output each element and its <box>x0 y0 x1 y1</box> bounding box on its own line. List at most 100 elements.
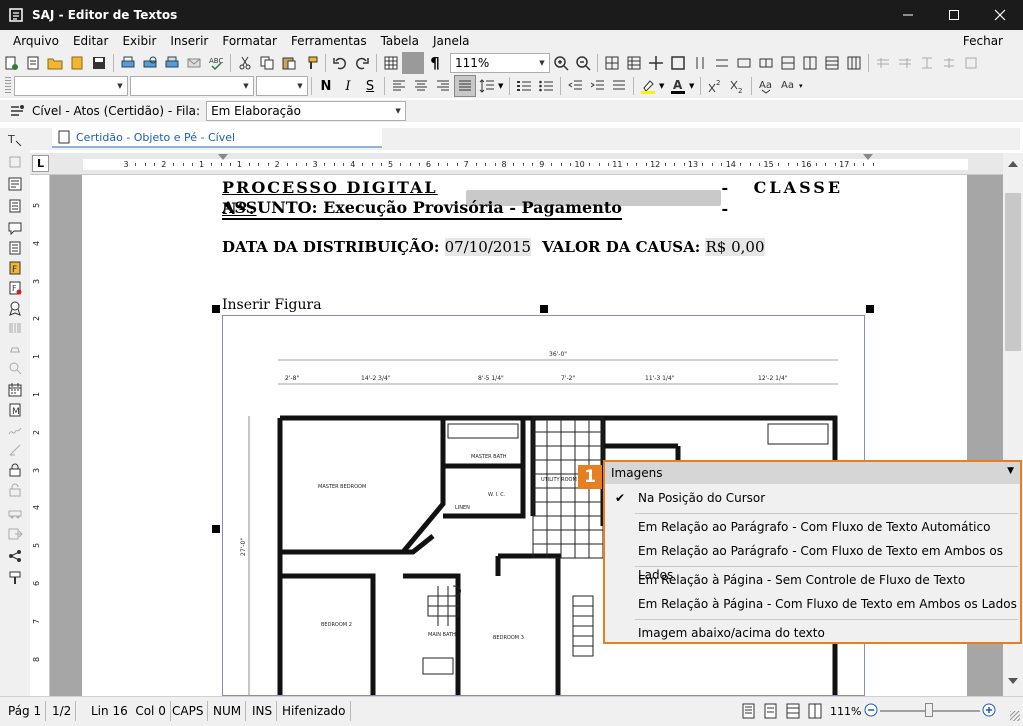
font-color-icon[interactable]: A <box>667 75 689 97</box>
save-icon[interactable] <box>88 52 110 74</box>
comment-icon[interactable] <box>4 218 26 238</box>
redo-icon[interactable] <box>351 52 373 74</box>
chevron-down-icon[interactable]: ▼ <box>498 82 506 90</box>
assunto-line[interactable]: ASSUNTO: Execução Provisória - Pagamento <box>222 197 622 220</box>
new-template-icon[interactable] <box>22 52 44 74</box>
document-list-icon[interactable] <box>4 196 26 216</box>
horizontal-ruler[interactable]: L 3 2 1 1 2 3 4 5 6 7 8 9 10 11 12 13 14 15 16 17 <box>30 153 1003 175</box>
table-delete-icon[interactable] <box>821 52 843 74</box>
paint-brush-icon[interactable] <box>4 568 26 588</box>
zoom-out-icon[interactable] <box>572 52 594 74</box>
bullet-list-icon[interactable] <box>535 75 557 97</box>
menu-janela[interactable]: Janela <box>426 30 477 52</box>
table-split-icon[interactable] <box>755 52 777 74</box>
table-select-icon[interactable] <box>777 52 799 74</box>
increase-indent-icon[interactable] <box>586 75 608 97</box>
subscript-icon[interactable]: 2 <box>726 75 748 97</box>
font-size-combo[interactable]: ▼ <box>256 76 308 96</box>
open-folder-icon[interactable] <box>44 52 66 74</box>
chevron-down-icon[interactable]: ▼ <box>689 82 697 90</box>
chevron-down-icon[interactable]: ▼ <box>113 77 127 95</box>
resize-handle-tm[interactable] <box>540 305 548 313</box>
italic-icon[interactable]: I <box>337 75 359 97</box>
menu-item-behind-front-text[interactable]: Imagem abaixo/acima do texto <box>605 621 1020 645</box>
table-cross-icon[interactable] <box>645 52 667 74</box>
resize-handle-tr[interactable] <box>866 305 874 313</box>
zoom-slider-thumb[interactable] <box>925 703 933 717</box>
chevron-down-icon[interactable]: ▼ <box>659 82 667 90</box>
maximize-button[interactable] <box>931 0 977 30</box>
align-left-icon[interactable] <box>388 75 410 97</box>
lock-icon[interactable] <box>4 460 26 480</box>
menu-exibir[interactable]: Exibir <box>115 30 163 52</box>
notes-icon[interactable] <box>4 238 26 258</box>
view-web-icon[interactable] <box>786 703 800 722</box>
open-recent-icon[interactable] <box>66 52 88 74</box>
table-insert-icon[interactable] <box>623 52 645 74</box>
table-props-icon[interactable] <box>799 52 821 74</box>
toolbar-grip[interactable] <box>5 77 11 95</box>
scroll-up-arrow-icon[interactable] <box>1008 161 1018 167</box>
spellcheck-icon[interactable]: ABC <box>205 52 227 74</box>
insert-table-icon[interactable] <box>380 52 402 74</box>
text-insert-icon[interactable]: T <box>4 130 26 150</box>
view-two-pages-icon[interactable] <box>764 703 778 722</box>
resize-handle-ml[interactable] <box>212 525 220 533</box>
left-indent-marker[interactable] <box>218 154 228 160</box>
document-model-icon[interactable] <box>4 174 26 194</box>
chevron-down-icon[interactable]: ▼ <box>391 102 405 120</box>
undo-icon[interactable] <box>329 52 351 74</box>
chevron-down-icon[interactable]: ▼ <box>293 77 307 95</box>
zoom-in-icon[interactable] <box>550 52 572 74</box>
calendar-icon[interactable] <box>4 380 26 400</box>
document-edit-icon[interactable]: F <box>4 278 26 298</box>
print-icon[interactable] <box>117 52 139 74</box>
table-grid-icon[interactable] <box>601 52 623 74</box>
model-document-icon[interactable]: M <box>4 400 26 420</box>
menu-item-page-both-sides[interactable]: Em Relação à Página - Com Fluxo de Texto… <box>605 592 1020 616</box>
table-autofit-icon[interactable] <box>843 52 865 74</box>
table-borders-icon[interactable] <box>667 52 689 74</box>
zoom-out-icon[interactable] <box>864 703 878 720</box>
close-window-button[interactable] <box>977 0 1023 30</box>
menu-item-paragraph-auto-flow[interactable]: Em Relação ao Parágrafo - Com Fluxo de T… <box>605 515 1020 539</box>
distribution-line[interactable]: DATA DA DISTRIBUIÇÃO: 07/10/2015 VALOR D… <box>222 237 765 258</box>
new-document-icon[interactable] <box>0 52 22 74</box>
align-center-icon[interactable] <box>410 75 432 97</box>
tab-certidao[interactable]: Certidão - Objeto e Pé - Cível <box>52 128 382 148</box>
paragraph-format-icon[interactable] <box>608 75 630 97</box>
print-setup-icon[interactable] <box>161 52 183 74</box>
format-painter-icon[interactable] <box>300 52 322 74</box>
paste-icon[interactable] <box>278 52 300 74</box>
highlight-icon[interactable] <box>637 75 659 97</box>
seal-icon[interactable] <box>4 298 26 318</box>
queue-combo[interactable]: Em Elaboração ▼ <box>206 101 407 121</box>
copy-icon[interactable] <box>256 52 278 74</box>
chevron-down-icon[interactable]: ▼ <box>535 54 549 72</box>
align-justify-icon[interactable] <box>454 75 476 97</box>
cut-icon[interactable] <box>234 52 256 74</box>
menu-tabela[interactable]: Tabela <box>374 30 426 52</box>
right-indent-marker[interactable] <box>863 154 873 160</box>
fechar-button[interactable]: Fechar <box>963 30 1003 52</box>
email-icon[interactable] <box>183 52 205 74</box>
minimize-button[interactable] <box>885 0 931 30</box>
print-preview-icon[interactable] <box>139 52 161 74</box>
bold-icon[interactable]: N <box>315 75 337 97</box>
tab-stop-selector[interactable]: L <box>32 155 49 172</box>
align-right-icon[interactable] <box>432 75 454 97</box>
change-case-icon[interactable]: Aa <box>777 75 799 97</box>
line-spacing-icon[interactable] <box>476 75 498 97</box>
shading-icon[interactable] <box>402 52 424 74</box>
vertical-ruler[interactable]: 5 4 3 2 1 1 2 3 4 5 6 7 8 <box>30 175 50 696</box>
uppercase-icon[interactable]: Aa <box>755 75 777 97</box>
zoom-in-icon[interactable] <box>982 703 996 720</box>
table-columns-icon[interactable] <box>689 52 711 74</box>
menu-ferramentas[interactable]: Ferramentas <box>284 30 374 52</box>
menu-inserir[interactable]: Inserir <box>163 30 215 52</box>
chevron-down-icon[interactable]: ▾ <box>799 82 807 90</box>
zoom-combo[interactable]: 111% ▼ <box>450 53 550 73</box>
scroll-thumb[interactable] <box>1005 193 1021 351</box>
decrease-indent-icon[interactable] <box>564 75 586 97</box>
menu-arquivo[interactable]: Arquivo <box>6 30 66 52</box>
